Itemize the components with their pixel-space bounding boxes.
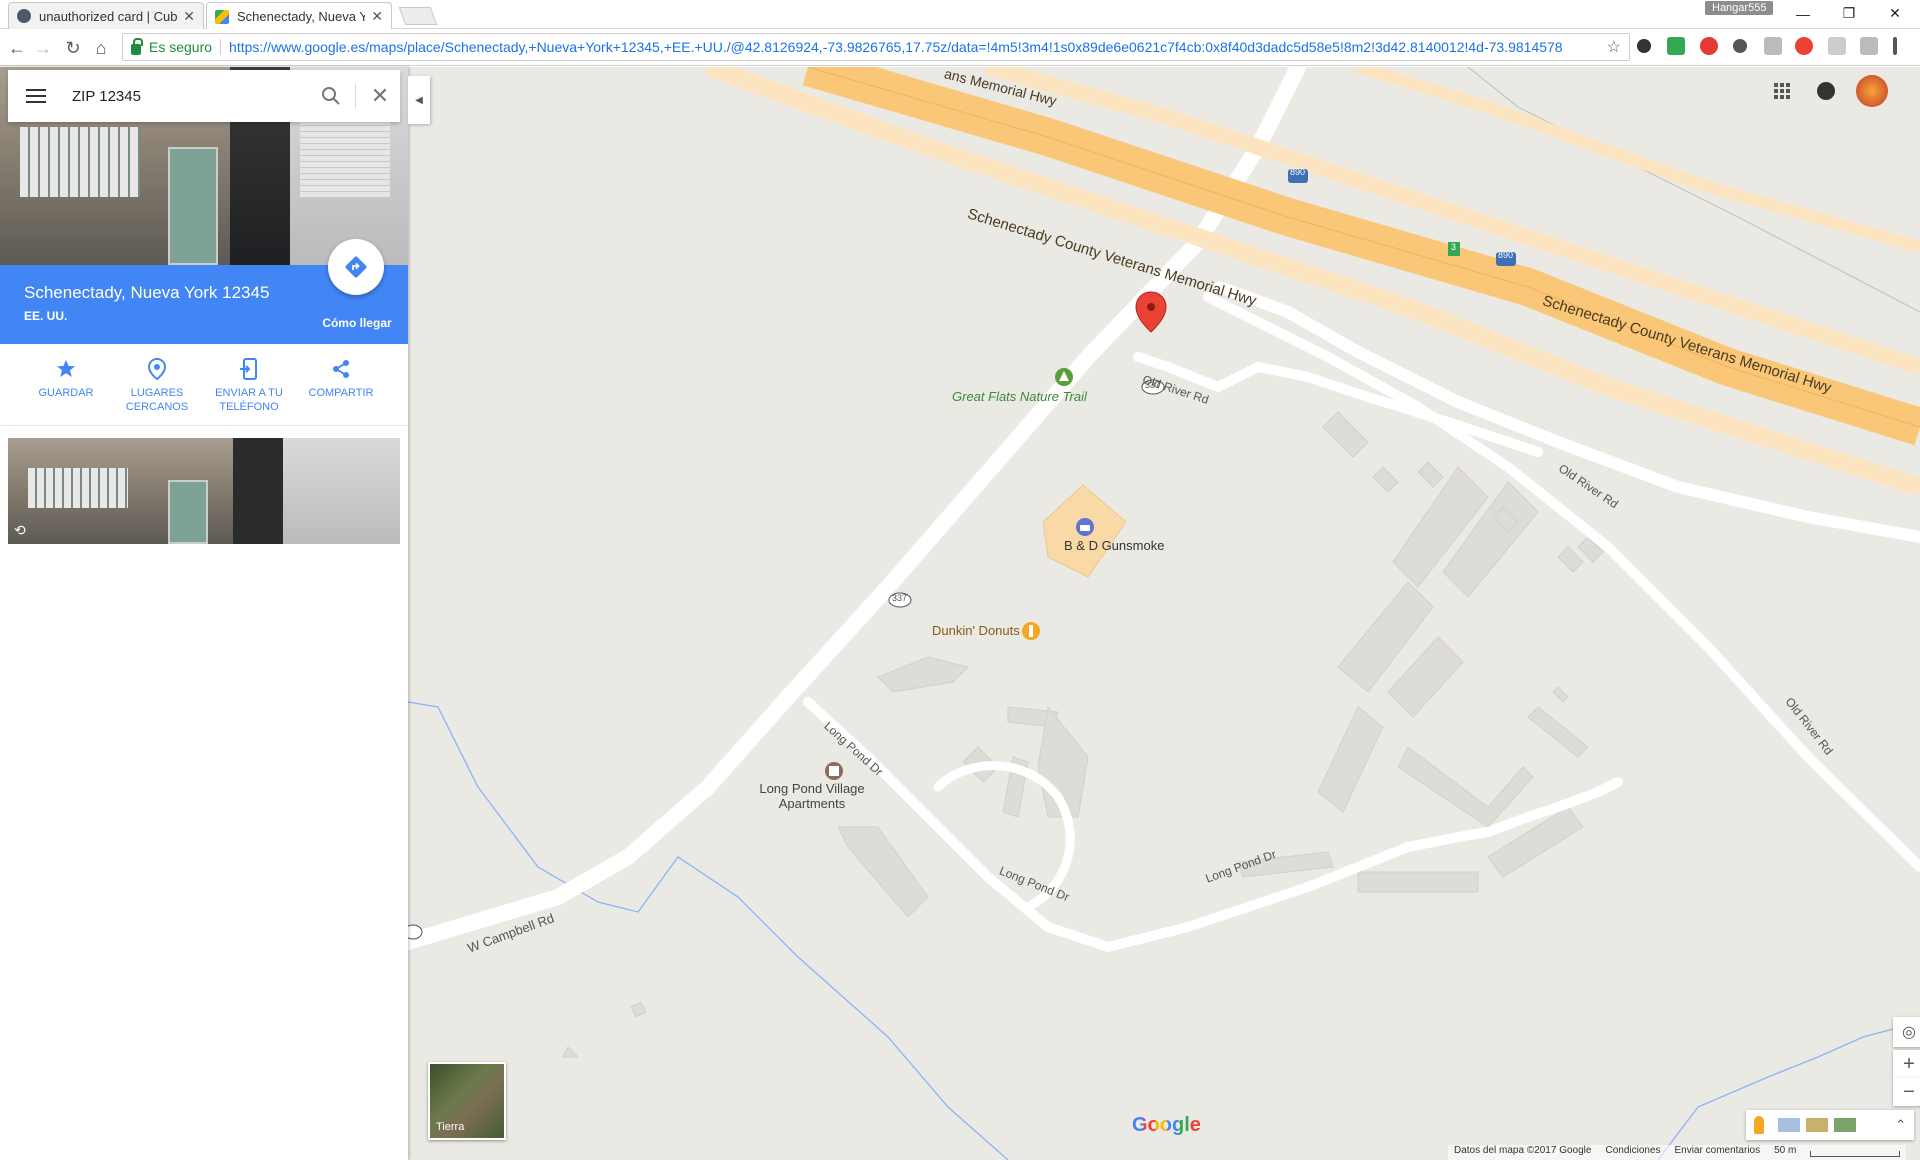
close-window-icon[interactable]: ✕ <box>1872 0 1918 27</box>
alert-extension-icon[interactable] <box>1795 37 1813 55</box>
google-maps-favicon-icon <box>215 9 229 24</box>
profile-badge[interactable]: Hangar555 <box>1705 1 1774 15</box>
earth-layer-toggle[interactable]: Tierra <box>428 1062 506 1140</box>
lock-icon <box>131 37 143 55</box>
my-location-icon[interactable]: ◎ <box>1893 1017 1920 1047</box>
directions-button[interactable] <box>328 239 384 295</box>
search-icon[interactable] <box>311 76 351 116</box>
collapse-panel-button[interactable]: ◀ <box>408 76 430 124</box>
home-icon[interactable]: ⌂ <box>88 35 114 61</box>
terms-link[interactable]: Condiciones <box>1605 1145 1660 1160</box>
opera-extension-icon[interactable] <box>1700 37 1718 55</box>
map-data-attribution: Datos del mapa ©2017 Google <box>1454 1145 1592 1156</box>
long-pond-village-apartments-label[interactable]: Long Pond Village Apartments <box>750 781 874 811</box>
zoom-out-button[interactable]: − <box>1893 1078 1920 1106</box>
map-canvas[interactable]: ans Memorial Hwy Schenectady County Vete… <box>408 67 1920 1160</box>
scale-bar <box>1810 1151 1901 1157</box>
360-view-icon: ⟲ <box>14 522 26 538</box>
nearby-places-label: LUGARES CERCANOS <box>125 387 189 413</box>
b-d-gunsmoke-label[interactable]: B & D Gunsmoke <box>1064 538 1164 553</box>
puzzle-extension-icon[interactable] <box>1733 39 1747 53</box>
place-title: Schenectady, Nueva York 12345 <box>24 283 270 302</box>
map-footer: Datos del mapa ©2017 Google Condiciones … <box>1448 1145 1907 1160</box>
tab-strip: unauthorized card | Cub ✕ Schenectady, N… <box>0 0 1920 30</box>
imagery-thumb-icon[interactable] <box>1806 1118 1828 1132</box>
tab-title: unauthorized card | Cub <box>39 8 178 24</box>
send-to-phone-button[interactable]: ENVIAR A TU TELÉFONO <box>203 358 295 414</box>
close-tab-icon[interactable]: ✕ <box>183 8 195 25</box>
account-avatar[interactable] <box>1856 75 1888 107</box>
zoom-in-button[interactable]: + <box>1893 1050 1920 1078</box>
tab-title: Schenectady, Nueva York <box>237 9 366 24</box>
route-337-shield-2: 337 <box>892 593 908 603</box>
f-extension-icon[interactable] <box>1764 37 1782 55</box>
star-icon <box>20 358 112 380</box>
new-tab-button[interactable] <box>398 7 438 25</box>
save-label: GUARDAR <box>38 387 94 399</box>
google-logo-text: Google <box>1132 1114 1201 1136</box>
url-text[interactable]: https://www.google.es/maps/place/Schenec… <box>229 39 1607 55</box>
tab-unauthorized-card[interactable]: unauthorized card | Cub ✕ <box>8 2 204 29</box>
nearby-pin-icon <box>111 358 203 380</box>
street-view-panel[interactable]: ⌃ <box>1746 1110 1914 1140</box>
back-icon[interactable]: ← <box>4 35 30 61</box>
send-to-phone-icon <box>203 358 295 380</box>
menu-hamburger-icon[interactable] <box>26 89 46 103</box>
street-view-thumbnail[interactable]: ⟲ <box>8 438 400 544</box>
share-button[interactable]: COMPARTIR <box>295 358 387 400</box>
reload-icon[interactable]: ↻ <box>60 35 86 61</box>
tab-google-maps[interactable]: Schenectady, Nueva York ✕ <box>206 2 392 30</box>
place-side-panel: ZIP 12345 ✕ Schenectady, Nueva York 1234… <box>0 67 408 1160</box>
grey-extension-icon[interactable] <box>1828 37 1846 55</box>
secure-label: Es seguro <box>149 39 213 55</box>
share-icon <box>295 358 387 380</box>
notifications-bell-icon[interactable] <box>1812 77 1840 105</box>
site-favicon-icon <box>17 9 31 23</box>
imagery-thumb-icon[interactable] <box>1778 1118 1800 1132</box>
search-box[interactable]: ZIP 12345 ✕ <box>8 70 400 122</box>
place-actions: GUARDAR LUGARES CERCANOS ENVIAR A TU TEL… <box>0 344 408 426</box>
settings-extension-icon[interactable] <box>1637 39 1651 53</box>
directions-label[interactable]: Cómo llegar <box>310 316 404 330</box>
address-bar[interactable]: Es seguro https://www.google.es/maps/pla… <box>122 33 1630 61</box>
close-tab-icon[interactable]: ✕ <box>371 8 383 25</box>
google-logo: Google <box>1132 1114 1201 1137</box>
search-input[interactable]: ZIP 12345 <box>72 88 311 105</box>
chrome-menu-icon[interactable] <box>1893 37 1897 55</box>
directions-icon <box>345 256 367 278</box>
expand-up-icon[interactable]: ⌃ <box>1895 1117 1906 1133</box>
forward-icon[interactable]: → <box>30 35 56 61</box>
restore-icon[interactable]: ❐ <box>1826 0 1872 27</box>
green-extension-icon[interactable] <box>1667 37 1685 55</box>
minimize-icon[interactable]: — <box>1780 0 1826 27</box>
i890-shield-label-2: 890 <box>1498 250 1514 260</box>
earth-layer-label: Tierra <box>436 1121 465 1133</box>
send-feedback-link[interactable]: Enviar comentarios <box>1675 1145 1761 1160</box>
bookmark-star-icon[interactable]: ☆ <box>1607 37 1621 57</box>
send-to-phone-label: ENVIAR A TU TELÉFONO <box>215 387 283 413</box>
pegman-icon[interactable] <box>1754 1116 1764 1134</box>
imagery-thumb-icon[interactable] <box>1834 1118 1856 1132</box>
i890-shield-label-1: 890 <box>1290 167 1306 177</box>
exit-3-label: 3 <box>1451 242 1457 252</box>
nearby-places-button[interactable]: LUGARES CERCANOS <box>111 358 203 414</box>
apps-grid-icon[interactable] <box>1768 77 1796 105</box>
place-country: EE. UU. <box>24 309 68 323</box>
share-label: COMPARTIR <box>308 387 374 399</box>
browser-toolbar: ← → ↻ ⌂ Es seguro https://www.google.es/… <box>0 29 1920 66</box>
clear-search-icon[interactable]: ✕ <box>360 76 400 116</box>
map-base-svg <box>408 67 1920 1160</box>
great-flats-nature-trail-label[interactable]: Great Flats Nature Trail <box>952 389 1087 404</box>
pdf-extension-icon[interactable] <box>1860 37 1878 55</box>
save-button[interactable]: GUARDAR <box>20 358 112 400</box>
dunkin-donuts-label[interactable]: Dunkin' Donuts <box>932 623 1020 638</box>
scale-label[interactable]: 50 m <box>1774 1145 1796 1160</box>
